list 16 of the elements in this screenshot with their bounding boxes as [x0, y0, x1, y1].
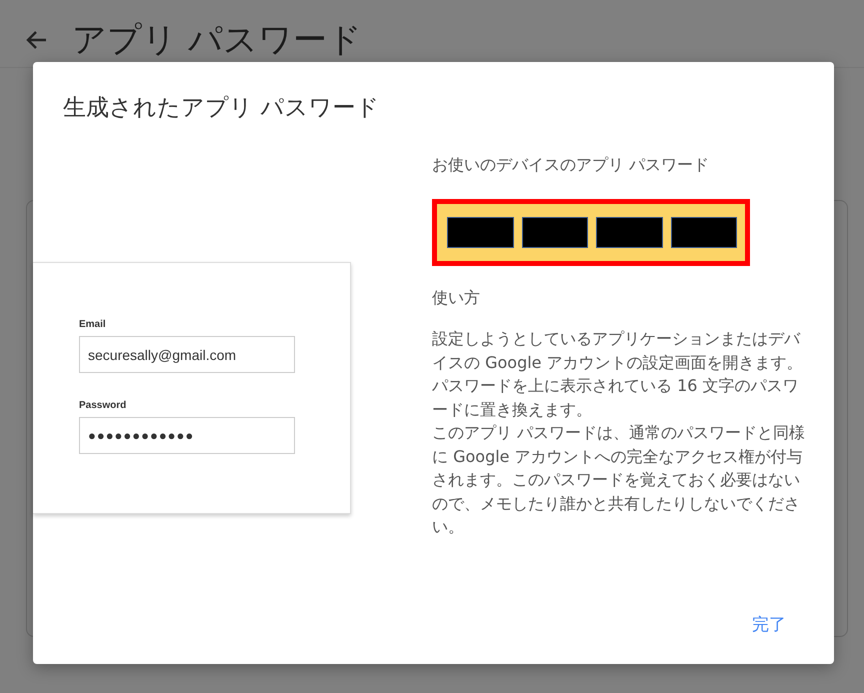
email-field: securesally@gmail.com — [79, 336, 295, 373]
back-arrow-icon[interactable] — [26, 30, 48, 50]
instruction-paragraph: 設定しようとしているアプリケーションまたはデバイスの Google アカウントの設定画面を開きます。パスワードを上に表示されている 16 文字のパスワードに置き換えます。 — [432, 328, 804, 420]
redacted-block — [670, 217, 737, 248]
usage-heading: 使い方 — [432, 288, 481, 309]
instruction-paragraph: このアプリ パスワードは、通常のパスワードと同様に Google アカウントへの完全なアクセス権が付与されます。このパスワードを覚えておく必要はないので、メモしたり誰かと共有したりしないでください。 — [432, 422, 806, 538]
password-field: ●●●●●●●●●●●● — [79, 417, 295, 454]
email-label: Email — [79, 319, 107, 330]
password-label: Password — [79, 400, 128, 411]
redacted-block — [596, 217, 662, 248]
dialog-title: 生成されたアプリ パスワード — [62, 94, 380, 123]
redacted-block — [447, 217, 514, 248]
redacted-block — [522, 217, 588, 248]
page-title: アプリ パスワード — [72, 18, 362, 62]
password-heading: お使いのデバイスのアプリ パスワード — [432, 155, 710, 176]
done-button[interactable]: 完了 — [752, 613, 786, 636]
